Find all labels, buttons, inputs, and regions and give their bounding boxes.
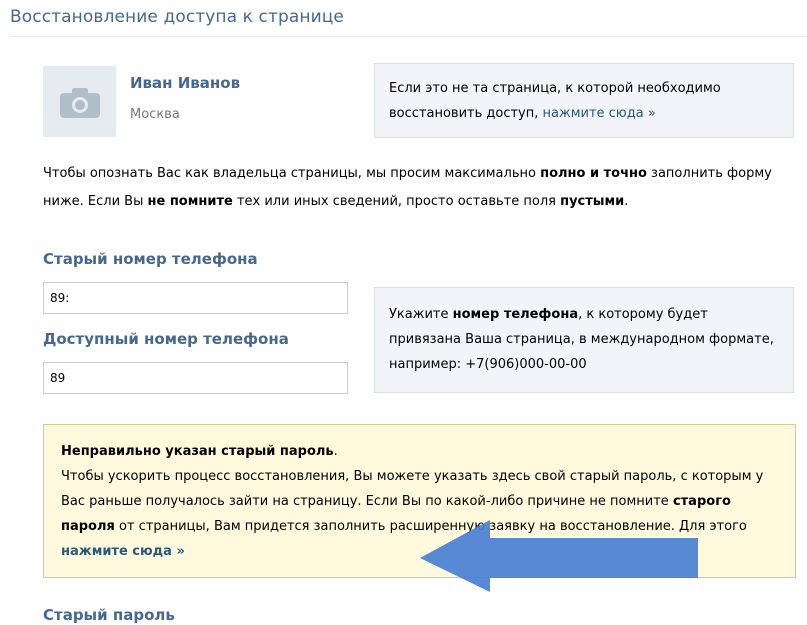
extended-request-link[interactable]: нажмите сюда » [61,544,185,559]
phone-hint: Укажите номер телефона, к которому будет… [374,287,794,393]
warning-text: Чтобы ускорить процесс восстановления, В… [61,469,764,509]
avatar [43,66,116,137]
arrow-left-icon [420,520,698,592]
old-password-label: Старый пароль [43,606,175,624]
intro-part: . [624,194,629,209]
intro-part: тех или иных сведений, просто оставьте п… [236,194,556,209]
wrong-page-link[interactable]: нажмите сюда » [543,106,656,121]
intro-bold: не помните [147,194,233,209]
page-title: Восстановление доступа к странице [10,7,344,27]
warning-title: Неправильно указан старый пароль [61,444,334,459]
camera-icon [60,88,100,118]
phone-hint-bold: номер телефона [452,307,579,322]
title-divider [10,36,807,37]
user-city: Москва [130,107,180,122]
warning-title-suffix: . [333,444,338,459]
available-phone-label: Доступный номер телефона [43,330,289,348]
old-phone-input[interactable] [43,282,348,314]
intro-text: Чтобы опознать Вас как владельца страниц… [43,160,793,216]
wrong-page-notice: Если это не та страница, к которой необх… [374,63,794,138]
intro-part: Чтобы опознать Вас как владельца страниц… [43,166,536,181]
available-phone-input[interactable] [43,362,348,394]
user-name-link[interactable]: Иван Иванов [130,74,240,92]
old-phone-label: Старый номер телефона [43,250,258,268]
intro-bold: полно и точно [540,166,647,181]
phone-hint-part: Укажите [389,307,449,322]
intro-bold: пустыми [560,194,625,209]
